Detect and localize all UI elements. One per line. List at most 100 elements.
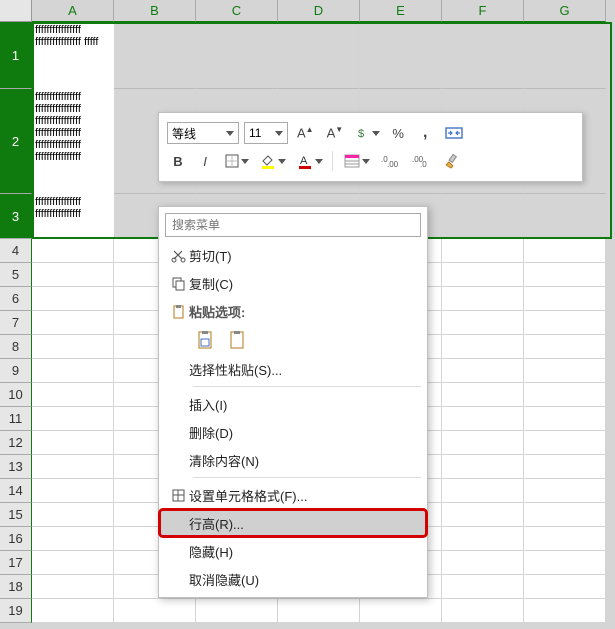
increase-font-button[interactable]: A▲ [293, 122, 318, 144]
row-header-10[interactable]: 10 [0, 383, 32, 407]
menu-hide[interactable]: 隐藏(H) [159, 537, 427, 565]
menu-row-height[interactable]: 行高(R)... [159, 509, 427, 537]
cell-A7[interactable] [32, 311, 114, 335]
cell-F13[interactable] [442, 455, 524, 479]
fill-color-button[interactable] [256, 150, 288, 172]
cell-A9[interactable] [32, 359, 114, 383]
cell-G5[interactable] [524, 263, 606, 287]
menu-format-cells[interactable]: 设置单元格格式(F)... [159, 481, 427, 509]
cell-D1[interactable] [278, 22, 360, 89]
borders-button[interactable] [221, 150, 251, 172]
cell-A11[interactable] [32, 407, 114, 431]
cell-A6[interactable] [32, 287, 114, 311]
row-header-12[interactable]: 12 [0, 431, 32, 455]
cell-A18[interactable] [32, 575, 114, 599]
cell-G4[interactable] [524, 239, 606, 263]
cell-F17[interactable] [442, 551, 524, 575]
cell-B1[interactable] [114, 22, 196, 89]
cell-A10[interactable] [32, 383, 114, 407]
decrease-decimal-button[interactable]: .00.0 [408, 150, 434, 172]
percent-button[interactable]: % [387, 122, 409, 144]
row-header-6[interactable]: 6 [0, 287, 32, 311]
cell-F15[interactable] [442, 503, 524, 527]
cell-G9[interactable] [524, 359, 606, 383]
cell-G15[interactable] [524, 503, 606, 527]
bold-button[interactable]: B [167, 150, 189, 172]
cell-G13[interactable] [524, 455, 606, 479]
menu-paste-special[interactable]: 选择性粘贴(S)... [159, 355, 427, 383]
column-header-D[interactable]: D [278, 0, 360, 22]
comma-style-button[interactable]: , [414, 122, 436, 144]
cell-F6[interactable] [442, 287, 524, 311]
cell-F9[interactable] [442, 359, 524, 383]
cell-G17[interactable] [524, 551, 606, 575]
menu-copy[interactable]: 复制(C) [159, 269, 427, 297]
menu-insert[interactable]: 插入(I) [159, 390, 427, 418]
cell-G14[interactable] [524, 479, 606, 503]
row-header-11[interactable]: 11 [0, 407, 32, 431]
row-header-16[interactable]: 16 [0, 527, 32, 551]
row-header-7[interactable]: 7 [0, 311, 32, 335]
row-header-15[interactable]: 15 [0, 503, 32, 527]
cell-F12[interactable] [442, 431, 524, 455]
menu-clear[interactable]: 清除内容(N) [159, 446, 427, 474]
cell-G10[interactable] [524, 383, 606, 407]
column-header-E[interactable]: E [360, 0, 442, 22]
cell-A4[interactable] [32, 239, 114, 263]
select-all-corner[interactable] [0, 0, 32, 22]
cell-C1[interactable] [196, 22, 278, 89]
cell-B19[interactable] [114, 599, 196, 623]
cell-A12[interactable] [32, 431, 114, 455]
row-header-19[interactable]: 19 [0, 599, 32, 623]
row-header-9[interactable]: 9 [0, 359, 32, 383]
cell-A16[interactable] [32, 527, 114, 551]
cell-A15[interactable] [32, 503, 114, 527]
cell-A14[interactable] [32, 479, 114, 503]
column-header-B[interactable]: B [114, 0, 196, 22]
cell-G3[interactable] [524, 194, 606, 239]
column-header-A[interactable]: A [32, 0, 114, 22]
cell-F19[interactable] [442, 599, 524, 623]
row-header-17[interactable]: 17 [0, 551, 32, 575]
cell-F4[interactable] [442, 239, 524, 263]
row-header-8[interactable]: 8 [0, 335, 32, 359]
cell-G16[interactable] [524, 527, 606, 551]
row-header-18[interactable]: 18 [0, 575, 32, 599]
cell-F7[interactable] [442, 311, 524, 335]
cell-G8[interactable] [524, 335, 606, 359]
cell-A13[interactable] [32, 455, 114, 479]
accounting-format-button[interactable]: $ [352, 122, 382, 144]
font-size-select[interactable]: 11 [244, 122, 288, 144]
cell-A19[interactable] [32, 599, 114, 623]
cell-F10[interactable] [442, 383, 524, 407]
cell-D19[interactable] [278, 599, 360, 623]
format-painter-button[interactable] [439, 150, 463, 172]
menu-delete[interactable]: 删除(D) [159, 418, 427, 446]
cell-F16[interactable] [442, 527, 524, 551]
column-header-G[interactable]: G [524, 0, 606, 22]
paste-option-2[interactable] [227, 330, 249, 350]
row-header-4[interactable]: 4 [0, 239, 32, 263]
cell-A5[interactable] [32, 263, 114, 287]
cell-G11[interactable] [524, 407, 606, 431]
merge-center-button[interactable] [441, 122, 467, 144]
paste-option-1[interactable] [195, 330, 217, 350]
column-header-F[interactable]: F [442, 0, 524, 22]
row-header-1[interactable]: 1 [0, 22, 32, 89]
column-header-C[interactable]: C [196, 0, 278, 22]
cell-F5[interactable] [442, 263, 524, 287]
cell-E19[interactable] [360, 599, 442, 623]
cell-G18[interactable] [524, 575, 606, 599]
row-header-14[interactable]: 14 [0, 479, 32, 503]
cell-F11[interactable] [442, 407, 524, 431]
cell-F3[interactable] [442, 194, 524, 239]
row-header-13[interactable]: 13 [0, 455, 32, 479]
row-header-3[interactable]: 3 [0, 194, 32, 239]
cell-F14[interactable] [442, 479, 524, 503]
italic-button[interactable]: I [194, 150, 216, 172]
menu-unhide[interactable]: 取消隐藏(U) [159, 565, 427, 593]
row-header-2[interactable]: 2 [0, 89, 32, 194]
conditional-format-button[interactable] [340, 150, 372, 172]
cell-E1[interactable] [360, 22, 442, 89]
row-header-5[interactable]: 5 [0, 263, 32, 287]
